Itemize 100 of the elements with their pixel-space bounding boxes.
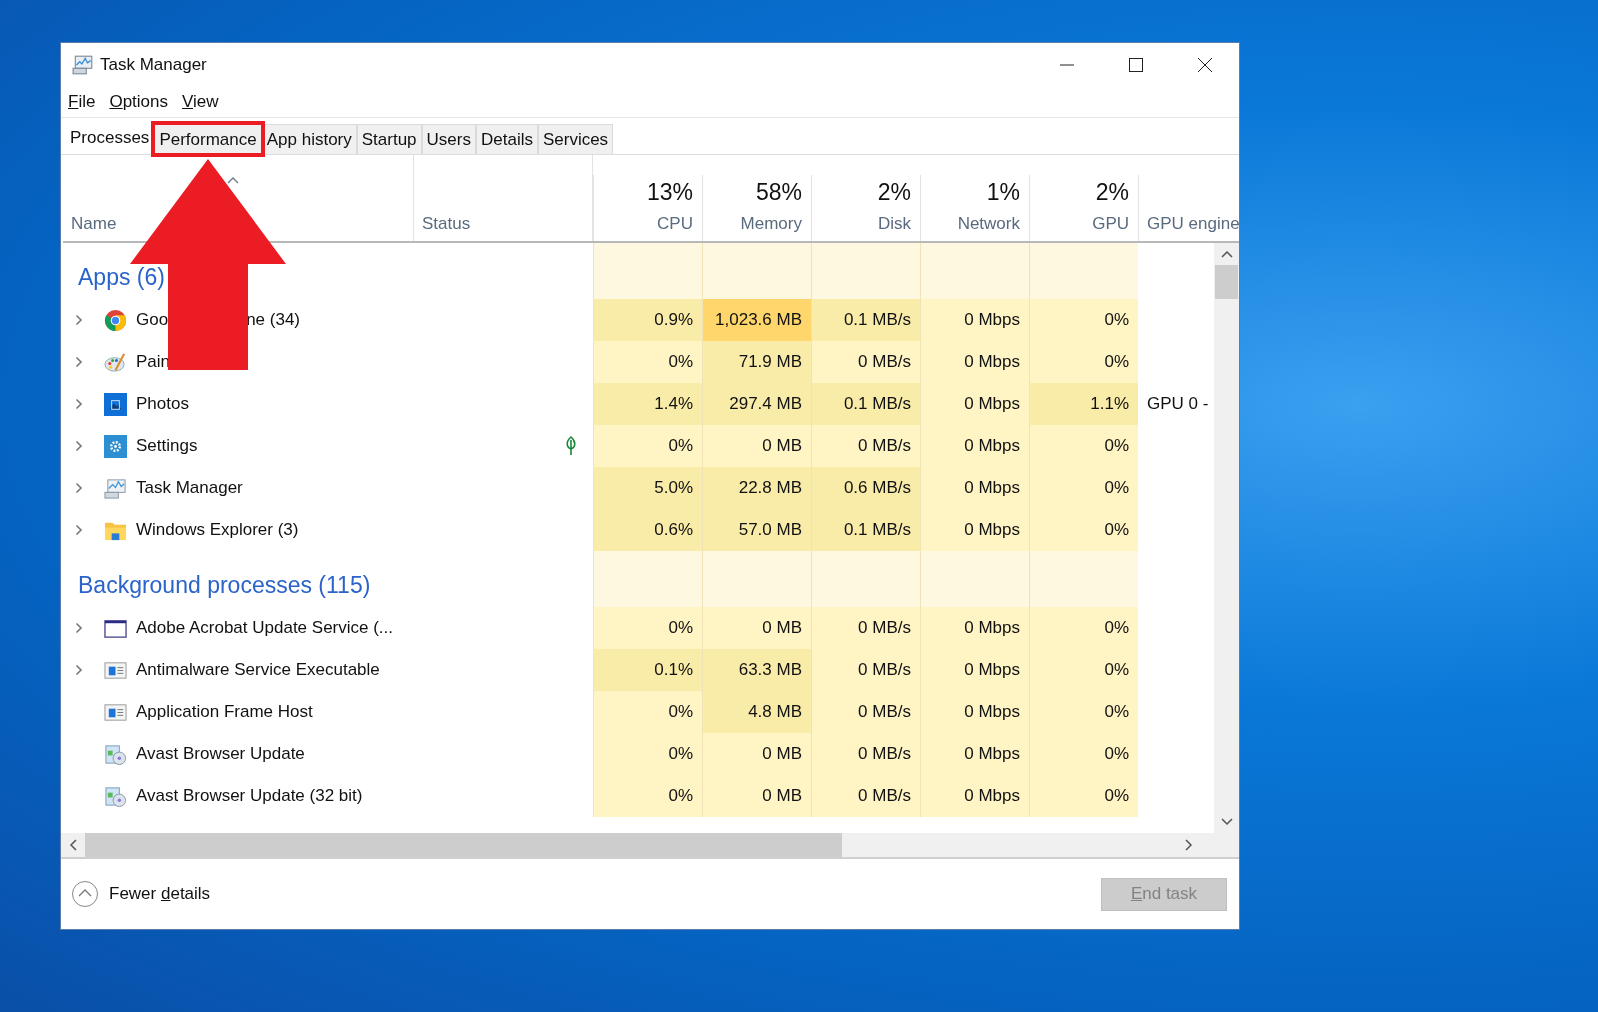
table-cell: 0% <box>593 691 702 733</box>
vertical-scrollbar[interactable] <box>1214 243 1239 833</box>
table-cell: 0% <box>1029 775 1138 817</box>
expand-chevron-icon[interactable] <box>75 482 83 494</box>
column-header[interactable]: 2% GPU <box>1029 175 1138 241</box>
process-name: Adobe Acrobat Update Service (... <box>136 618 394 638</box>
process-name: Task Manager <box>136 478 243 498</box>
scroll-down-icon[interactable] <box>1220 818 1233 826</box>
table-cell: 0% <box>593 733 702 775</box>
table-cell: 0 MB/s <box>811 607 920 649</box>
process-name: Photos <box>136 394 189 414</box>
table-cell: 0% <box>1029 607 1138 649</box>
table-cell: GPU 0 - <box>1147 394 1209 414</box>
table-cell: 0% <box>1029 467 1138 509</box>
table-cell: 63.3 MB <box>702 649 811 691</box>
table-cell: 0 MB <box>702 425 811 467</box>
table-cell: 0.1 MB/s <box>811 383 920 425</box>
table-cell: 0% <box>1029 509 1138 551</box>
table-cell: 0% <box>593 341 702 383</box>
expand-chevron-icon[interactable] <box>75 524 83 536</box>
table-cell: 0 MB/s <box>811 775 920 817</box>
table-cell: 0 Mbps <box>920 775 1029 817</box>
tab[interactable]: Users <box>421 124 476 154</box>
window-title: Task Manager <box>100 55 207 75</box>
table-cell: 0% <box>1029 425 1138 467</box>
table-cell: 297.4 MB <box>702 383 811 425</box>
monitor-chart-icon <box>72 55 94 75</box>
table-cell: 0 Mbps <box>920 649 1029 691</box>
tab[interactable]: Details <box>475 124 538 154</box>
maximize-icon <box>1127 57 1144 73</box>
scroll-right-icon[interactable] <box>1185 839 1193 851</box>
column-header[interactable]: 58% Memory <box>702 175 811 241</box>
table-cell: 0.1 MB/s <box>811 299 920 341</box>
table-cell: 0 MB <box>702 607 811 649</box>
installer-icon <box>104 784 127 808</box>
table-cell: 0% <box>1029 733 1138 775</box>
table-cell: 0.1% <box>593 649 702 691</box>
fewer-details-link[interactable]: Fewer details <box>109 884 211 904</box>
menu-item[interactable]: View <box>182 92 219 112</box>
table-cell: 0.6 MB/s <box>811 467 920 509</box>
scroll-up-icon[interactable] <box>1220 250 1233 258</box>
scroll-left-icon[interactable] <box>69 839 77 851</box>
group-heading: Apps (6) <box>78 264 165 291</box>
table-cell: 0% <box>1029 341 1138 383</box>
expand-chevron-icon[interactable] <box>75 314 83 326</box>
table-cell: 0% <box>1029 691 1138 733</box>
column-header[interactable]: 2% Disk <box>811 175 920 241</box>
table-cell: 5.0% <box>593 467 702 509</box>
group-heading: Background processes (115) <box>78 572 371 599</box>
chrome-icon <box>104 308 127 332</box>
menu-item[interactable]: File <box>68 92 96 112</box>
scrollbar-thumb[interactable] <box>1215 265 1238 299</box>
table-cell: 0 Mbps <box>920 383 1029 425</box>
column-header[interactable]: Status <box>414 155 593 241</box>
expand-chevron-icon[interactable] <box>75 664 83 676</box>
table-cell: 0 Mbps <box>920 691 1029 733</box>
installer-icon <box>104 742 127 766</box>
process-name: Goo <box>136 310 169 330</box>
tab[interactable]: Services <box>537 124 614 154</box>
scrollbar-thumb[interactable] <box>85 833 842 857</box>
table-cell: 1,023.6 MB <box>702 299 811 341</box>
table-cell: 0.9% <box>593 299 702 341</box>
table-cell: 0% <box>593 775 702 817</box>
expand-chevron-icon[interactable] <box>75 440 83 452</box>
table-cell: 4.8 MB <box>702 691 811 733</box>
process-name: Settings <box>136 436 198 456</box>
column-header[interactable]: 13% CPU <box>593 175 702 241</box>
table-cell: 0% <box>1029 299 1138 341</box>
table-cell: 0 Mbps <box>920 733 1029 775</box>
table-cell: 0 MB/s <box>811 341 920 383</box>
process-name: Avast Browser Update (32 bit) <box>136 786 363 806</box>
table-cell: 0 MB/s <box>811 649 920 691</box>
column-header[interactable]: 1% Network <box>920 175 1029 241</box>
process-name: Windows Explorer (3) <box>136 520 299 540</box>
tab[interactable]: Performance <box>154 124 262 154</box>
table-cell: 22.8 MB <box>702 467 811 509</box>
close-icon <box>1196 57 1213 73</box>
table-cell: 0% <box>593 425 702 467</box>
table-cell: 1.4% <box>593 383 702 425</box>
expand-chevron-icon[interactable] <box>75 398 83 410</box>
table-cell: 0 MB <box>702 775 811 817</box>
tab[interactable]: Startup <box>356 124 422 154</box>
table-cell: 0 Mbps <box>920 607 1029 649</box>
menu-item[interactable]: Options <box>109 92 168 112</box>
expand-chevron-icon[interactable] <box>75 622 83 634</box>
process-name: Application Frame Host <box>136 702 313 722</box>
table-cell: 0% <box>593 607 702 649</box>
monitor-chart-icon <box>104 476 127 500</box>
table-cell: 0 Mbps <box>920 509 1029 551</box>
expand-chevron-icon[interactable] <box>75 356 83 368</box>
table-cell: 0% <box>1029 649 1138 691</box>
column-header[interactable]: GPU engine <box>1138 175 1241 241</box>
collapse-circle-icon[interactable] <box>71 880 99 908</box>
horizontal-scrollbar[interactable] <box>61 833 1239 859</box>
table-cell: 0 Mbps <box>920 341 1029 383</box>
process-name: Avast Browser Update <box>136 744 305 764</box>
table-cell: 0 Mbps <box>920 425 1029 467</box>
table-cell: 0 MB/s <box>811 733 920 775</box>
table-cell: 0 MB <box>702 733 811 775</box>
gear-icon <box>104 434 127 458</box>
